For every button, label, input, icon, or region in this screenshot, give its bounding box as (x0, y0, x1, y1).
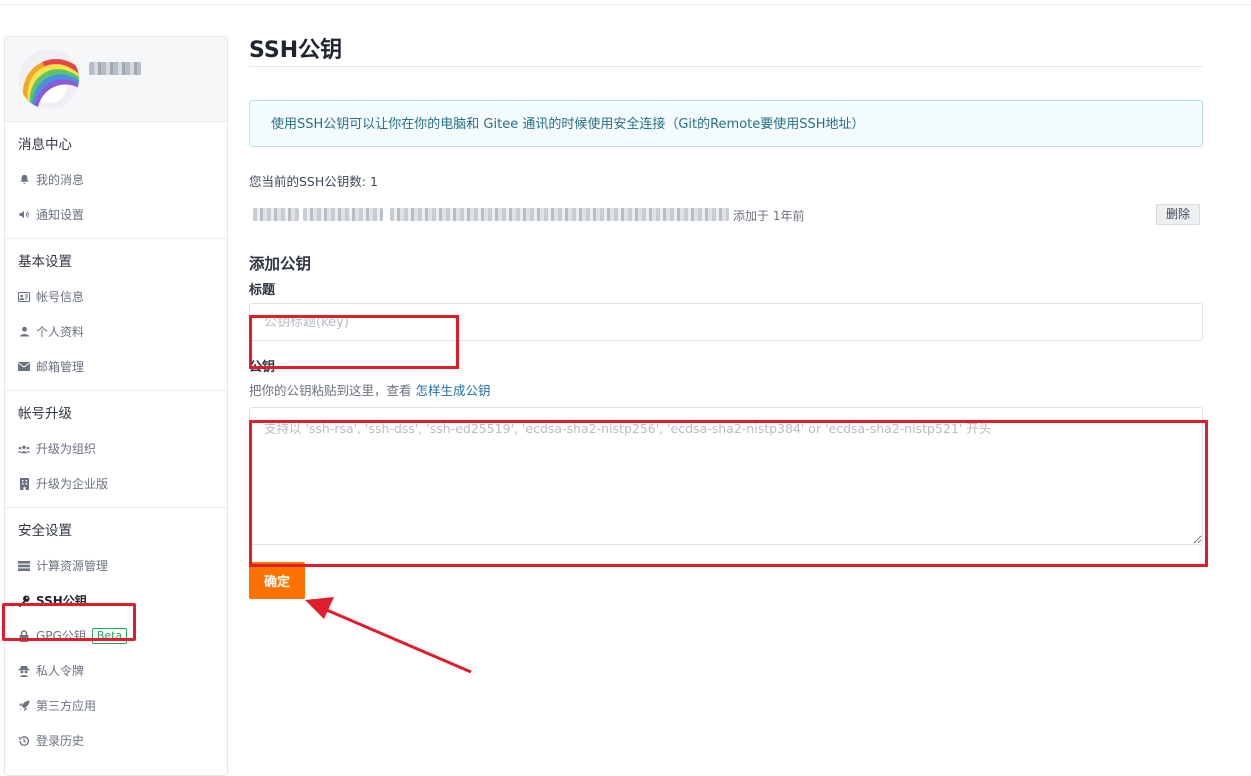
key-fingerprint-blurred (390, 208, 729, 221)
sidebar-item-profile[interactable]: 个人资料 (5, 314, 227, 349)
bell-icon (18, 174, 30, 186)
nav-section-title: 安全设置 (18, 523, 72, 539)
info-alert: 使用SSH公钥可以让你在你的电脑和 Gitee 通讯的时候使用安全连接（Git的… (249, 100, 1203, 147)
sidebar-item-email[interactable]: 邮箱管理 (5, 349, 227, 384)
key-hint-text: 把你的公钥粘贴到这里，查看 (249, 383, 412, 398)
key-name-blurred (253, 208, 299, 221)
sidebar-item-account-info[interactable]: 帐号信息 (5, 279, 227, 314)
server-icon (18, 560, 30, 572)
sidebar-item-upgrade-org[interactable]: 升级为组织 (5, 431, 227, 466)
sidebar-item-label: 我的消息 (36, 173, 85, 187)
nav-section-title: 基本设置 (18, 254, 72, 270)
sidebar-item-label: 通知设置 (36, 208, 85, 222)
sidebar-item-label: 第三方应用 (36, 699, 97, 713)
sidebar-item-label: 帐号信息 (36, 290, 85, 304)
nav-section-title: 消息中心 (18, 137, 72, 153)
ssh-key-count: 您当前的SSH公钥数: 1 (249, 174, 378, 189)
key-label: 公钥 (249, 360, 276, 375)
sidebar-item-upgrade-enterprise[interactable]: 升级为企业版 (5, 466, 227, 501)
username-blurred (89, 62, 141, 75)
how-to-generate-key-link[interactable]: 怎样生成公钥 (416, 383, 491, 398)
sidebar-item-notification-settings[interactable]: 通知设置 (5, 197, 227, 232)
spy-icon (18, 665, 30, 677)
nav-section-security: 安全设置 计算资源管理 SSH公钥 GPG公钥 Beta 私人令牌 第三方应用 … (5, 508, 227, 764)
delete-key-button[interactable]: 删除 (1156, 204, 1200, 225)
key-title-input[interactable] (249, 303, 1203, 341)
key-hint: 把你的公钥粘贴到这里，查看 怎样生成公钥 (249, 383, 1203, 399)
sidebar-item-label: 计算资源管理 (36, 559, 109, 573)
key-icon (18, 595, 30, 607)
profile-header (5, 37, 227, 122)
nav-section-upgrade: 帐号升级 升级为组织 升级为企业版 (5, 391, 227, 508)
volume-icon (18, 209, 30, 221)
key-added-time: 添加于 1年前 (733, 209, 805, 223)
sidebar-item-ssh-keys[interactable]: SSH公钥 (5, 583, 227, 618)
rainbow-avatar-image (19, 49, 79, 109)
sidebar-item-my-messages[interactable]: 我的消息 (5, 162, 227, 197)
sidebar-item-third-party-apps[interactable]: 第三方应用 (5, 688, 227, 723)
submit-button[interactable]: 确定 (249, 562, 305, 599)
sidebar-item-login-history[interactable]: 登录历史 (5, 723, 227, 758)
sidebar-item-label: 升级为企业版 (36, 477, 109, 491)
sidebar-item-label: GPG公钥 (36, 629, 86, 643)
existing-key-row: 添加于 1年前 删除 (249, 204, 1203, 226)
sidebar-item-label: SSH公钥 (36, 594, 87, 608)
envelope-icon (18, 361, 30, 373)
rocket-icon (18, 700, 30, 712)
sidebar-item-label: 个人资料 (36, 325, 85, 339)
building-icon (18, 477, 30, 490)
page-title: SSH公钥 (249, 38, 343, 63)
public-key-textarea[interactable] (249, 407, 1203, 545)
sidebar-item-label: 登录历史 (36, 734, 85, 748)
beta-badge: Beta (91, 627, 128, 644)
nav-section-basic: 基本设置 帐号信息 个人资料 邮箱管理 (5, 239, 227, 391)
sidebar-item-compute-resources[interactable]: 计算资源管理 (5, 548, 227, 583)
id-card-icon (18, 291, 30, 303)
top-divider (0, 4, 1251, 5)
settings-sidebar: 消息中心 我的消息 通知设置 基本设置 帐号信息 个人资料 邮箱管理 帐号升级 (4, 36, 228, 776)
sidebar-item-label: 私人令牌 (36, 664, 85, 678)
users-icon (18, 443, 30, 455)
nav-section-title: 帐号升级 (18, 406, 72, 422)
key-name-blurred (303, 208, 383, 221)
title-divider (249, 66, 1203, 67)
sidebar-item-gpg-keys[interactable]: GPG公钥 Beta (5, 618, 227, 653)
sidebar-item-label: 邮箱管理 (36, 360, 85, 374)
main-content: SSH公钥 使用SSH公钥可以让你在你的电脑和 Gitee 通讯的时候使用安全连… (249, 36, 1203, 599)
user-icon (18, 326, 30, 338)
nav-section-messages: 消息中心 我的消息 通知设置 (5, 122, 227, 239)
history-icon (18, 735, 30, 747)
title-label: 标题 (249, 283, 276, 298)
add-key-heading: 添加公钥 (249, 255, 312, 273)
sidebar-item-personal-tokens[interactable]: 私人令牌 (5, 653, 227, 688)
lock-icon (18, 629, 30, 642)
avatar[interactable] (19, 49, 79, 109)
sidebar-item-label: 升级为组织 (36, 442, 97, 456)
